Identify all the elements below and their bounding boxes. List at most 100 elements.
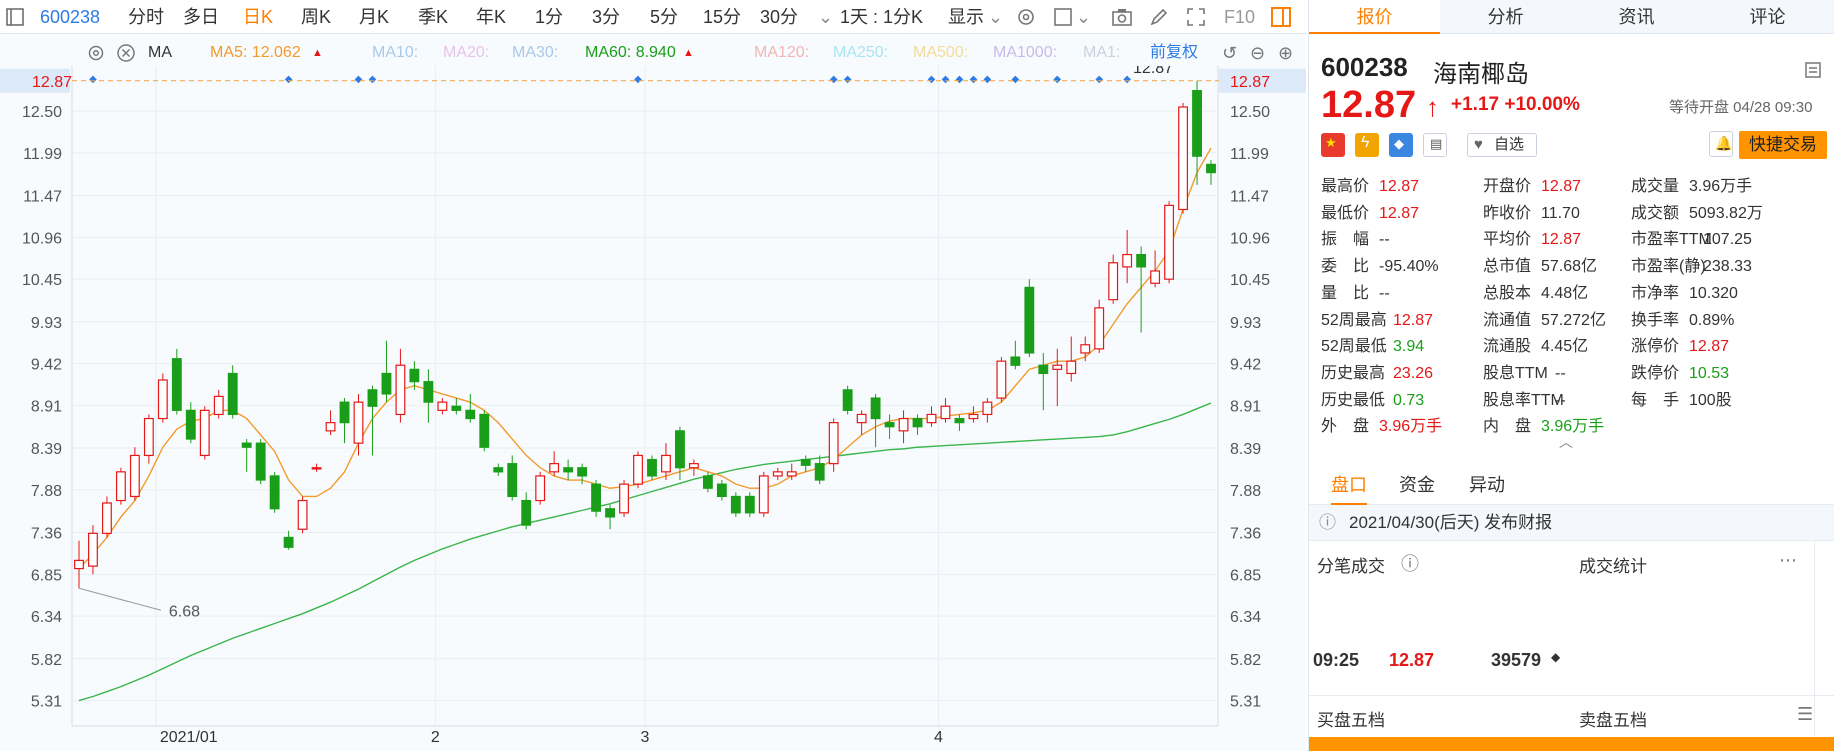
tab-capital[interactable]: 资金 <box>1399 465 1435 505</box>
chevron-down-icon[interactable]: ⌄ <box>1076 0 1091 34</box>
tab-1min[interactable]: 1分 <box>535 0 563 34</box>
tab-anomaly[interactable]: 异动 <box>1469 465 1505 505</box>
kline-chart[interactable]: 12.50 12.50 11.99 11.99 11.47 11.47 10.96 10.96… <box>0 66 1306 751</box>
field-value: 12.87 <box>1541 178 1582 195</box>
divider <box>1309 695 1834 696</box>
y-tick-label-right: 5.31 <box>1230 694 1261 711</box>
quick-trade-button[interactable]: 快捷交易 <box>1739 131 1827 159</box>
candle-down <box>451 405 462 411</box>
list-icon[interactable] <box>1803 60 1823 80</box>
camera-icon[interactable] <box>1111 6 1133 28</box>
chevron-down-icon[interactable]: ⌄ <box>818 0 833 34</box>
field-label: 历史最低 <box>1321 391 1386 409</box>
chevron-down-icon[interactable]: ⌄ <box>988 0 1003 34</box>
y-tick-label-left: 11.99 <box>23 146 62 163</box>
field-label: 历史最高 <box>1321 364 1386 382</box>
zoom-in-icon[interactable]: ⊕ <box>1278 40 1293 66</box>
tab-comments[interactable]: 评论 <box>1702 0 1833 34</box>
add-watchlist-button[interactable]: ♥ 自选 <box>1467 133 1537 157</box>
zoom-out-icon[interactable]: ⊖ <box>1250 40 1265 66</box>
tab-dayk[interactable]: 日K <box>243 0 273 34</box>
sidebar-toggle-icon[interactable] <box>4 6 26 28</box>
last-price: 12.87 <box>1321 84 1417 126</box>
ma-label[interactable]: MA <box>148 40 172 66</box>
field-label: 涨停价 <box>1631 338 1680 356</box>
field-label: 52周最低 <box>1321 338 1387 356</box>
candle-down <box>563 467 574 473</box>
field-value: 57.272亿 <box>1541 311 1606 329</box>
close-icon[interactable] <box>116 43 136 63</box>
fullscreen-icon[interactable] <box>1185 6 1207 28</box>
square-icon[interactable] <box>1052 6 1074 28</box>
candle-down <box>521 499 532 526</box>
candle-down <box>409 368 420 383</box>
f10-button[interactable]: F10 <box>1224 0 1255 34</box>
list-icon[interactable]: ☰ <box>1797 704 1813 725</box>
field-value: 107.25 <box>1703 231 1752 249</box>
tab-3min[interactable]: 3分 <box>592 0 620 34</box>
field-value: 12.87 <box>1689 338 1730 356</box>
tab-news[interactable]: 资讯 <box>1571 0 1702 34</box>
stats-title[interactable]: 成交统计 <box>1579 552 1647 577</box>
tab-yeark[interactable]: 年K <box>476 0 506 34</box>
tag-icon[interactable]: ◆ <box>1389 133 1413 157</box>
field-value: -- <box>1555 391 1566 409</box>
candle-up <box>143 417 154 457</box>
candle-down <box>1136 253 1147 268</box>
adjust-select[interactable]: 前复权 <box>1150 40 1198 66</box>
y-tick-label-right: 8.91 <box>1230 398 1261 415</box>
candle-up <box>619 483 629 514</box>
help-icon[interactable]: ⓘ <box>1401 550 1419 576</box>
tab-15min[interactable]: 15分 <box>703 0 741 34</box>
tab-orderbook[interactable]: 盘口 <box>1331 465 1367 505</box>
interval-select[interactable]: 1天 : 1分K <box>840 0 923 34</box>
tab-analysis[interactable]: 分析 <box>1440 0 1571 34</box>
ma20-value: MA20: <box>443 44 490 61</box>
gear-icon[interactable] <box>86 43 106 63</box>
candle-up <box>633 454 643 485</box>
tab-quarterk[interactable]: 季K <box>418 0 448 34</box>
lightning-icon[interactable]: ϟ <box>1355 133 1379 157</box>
earnings-notice[interactable]: ⓘ 2021/04/30(后天) 发布财报 <box>1309 505 1834 541</box>
candle-up <box>325 422 336 432</box>
field-label: 跌停价 <box>1631 364 1680 382</box>
event-marker: ◆ <box>928 74 936 85</box>
more-icon[interactable]: ⋯ <box>1779 550 1797 571</box>
field-label: 股息率TTM <box>1483 391 1564 409</box>
tab-30min[interactable]: 30分 <box>760 0 798 34</box>
field-label: 昨收价 <box>1483 204 1532 222</box>
display-menu[interactable]: 显示 <box>948 0 984 34</box>
ma500-value: MA500: <box>913 44 969 61</box>
high-label: 12.87 <box>1133 66 1173 77</box>
tab-weekk[interactable]: 周K <box>301 0 331 34</box>
tab-quote[interactable]: 报价 <box>1309 0 1440 34</box>
bell-icon[interactable]: 🔔 <box>1709 131 1733 157</box>
field-value: 4.45亿 <box>1541 338 1589 356</box>
field-label: 量 比 <box>1321 284 1370 302</box>
up-arrow-icon: ▲ <box>683 47 694 59</box>
panel-toggle-icon[interactable] <box>1270 6 1292 28</box>
field-value: 3.96万手 <box>1379 418 1443 436</box>
y-tick-label-left: 12.50 <box>22 104 62 121</box>
undo-icon[interactable]: ↺ <box>1222 40 1237 66</box>
chevron-up-icon[interactable]: ︿ <box>1559 432 1573 452</box>
y-tick-label-right: 7.88 <box>1230 483 1261 500</box>
candle-up <box>353 401 364 444</box>
candle-down <box>870 397 881 420</box>
x-tick-label: 4 <box>934 729 943 746</box>
bookmark-icon[interactable]: ▤ <box>1423 133 1447 157</box>
tab-duori[interactable]: 多日 <box>183 0 219 34</box>
tab-fenshi[interactable]: 分时 <box>128 0 164 34</box>
tab-5min[interactable]: 5分 <box>650 0 678 34</box>
event-marker: ◆ <box>355 74 363 85</box>
tab-monthk[interactable]: 月K <box>359 0 389 34</box>
candle-down <box>479 413 490 448</box>
tick-volume: 39579 <box>1491 650 1542 670</box>
field-label: 每 手 <box>1631 391 1680 409</box>
candle-up <box>926 413 937 424</box>
candle-down <box>591 483 602 512</box>
stock-code[interactable]: 600238 <box>40 0 100 34</box>
pen-icon[interactable] <box>1148 6 1170 28</box>
ma5-value: MA5: 12.062 <box>210 44 301 61</box>
gear-icon[interactable] <box>1015 6 1037 28</box>
